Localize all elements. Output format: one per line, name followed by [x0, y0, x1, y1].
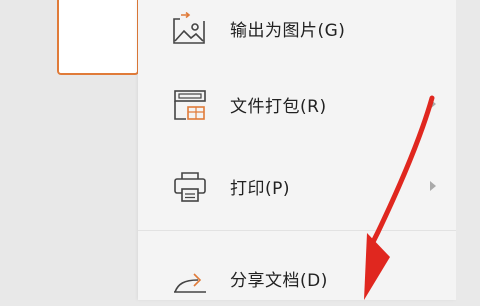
printer-icon [174, 172, 206, 202]
document-area [456, 0, 480, 300]
chevron-right-icon [430, 181, 436, 191]
image-export-icon [173, 12, 205, 44]
menu-item-share-document[interactable]: 分享文档(D) [138, 250, 456, 306]
slide-panel [0, 0, 139, 300]
slide-thumbnail[interactable] [57, 0, 139, 75]
menu-item-label: 分享文档(D) [230, 271, 328, 291]
menu-item-label: 文件打包(R) [230, 97, 327, 117]
menu-item-export-image[interactable]: 输出为图片(G) [138, 0, 456, 56]
menu-divider [138, 230, 456, 231]
file-menu: 输出为图片(G) 文件打包(R) 打印(P) 分享文档(D) [138, 0, 456, 300]
menu-item-file-package[interactable]: 文件打包(R) [138, 76, 456, 132]
menu-item-print[interactable]: 打印(P) [138, 158, 456, 214]
menu-item-label: 输出为图片(G) [230, 21, 346, 41]
share-icon [174, 273, 206, 293]
file-package-icon [174, 90, 206, 120]
chevron-right-icon [430, 99, 436, 109]
menu-item-label: 打印(P) [230, 179, 291, 199]
